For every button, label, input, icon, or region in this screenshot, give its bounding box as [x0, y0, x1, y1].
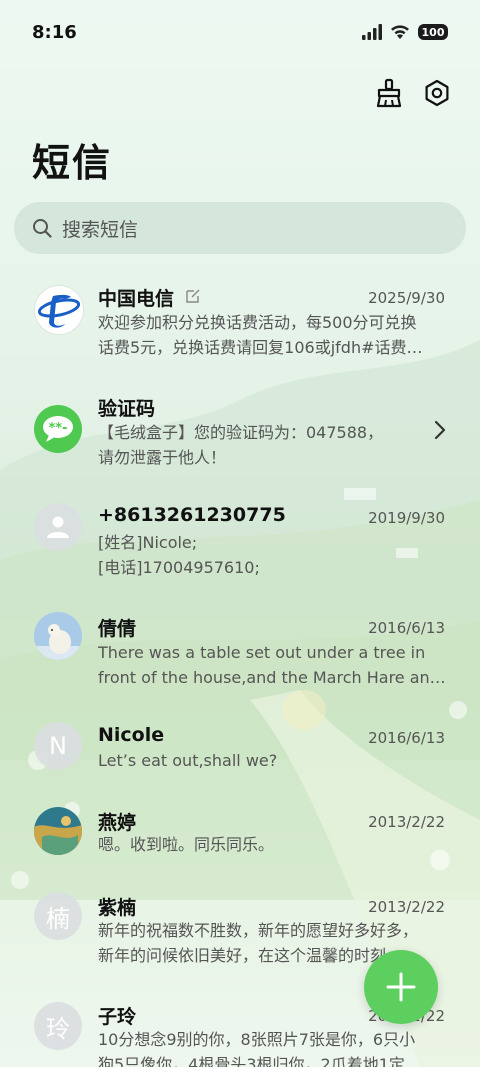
contact-name-text: 中国电信: [98, 288, 175, 310]
top-actions: [374, 78, 452, 108]
message-preview-line1: There was a table set out under a tree i…: [98, 643, 426, 662]
message-preview-line2: [电话]17004957610;: [98, 558, 260, 577]
conversation-row[interactable]: N Nicole 2016/6/13 Let’s eat out,shall w…: [0, 710, 480, 800]
message-preview-line1: 新年的祝福数不胜数，新年的愿望好多好多，: [98, 921, 419, 940]
status-time: 8:16: [32, 22, 77, 43]
message-preview-line1: [姓名]Nicole;: [98, 533, 198, 552]
message-date: 2013/2/22: [368, 813, 445, 831]
message-date: 2016/6/13: [368, 619, 445, 637]
letter-avatar: N: [34, 722, 82, 770]
battery-indicator: 100: [418, 24, 448, 40]
page-title: 短信: [32, 141, 113, 185]
conversation-row[interactable]: **- 验证码 【毛绒盒子】您的验证码为：047588， 请勿泄露于他人！: [0, 380, 480, 480]
conversation-row[interactable]: 燕婷 2013/2/22 嗯。收到啦。同乐同乐。: [0, 800, 480, 880]
message-preview-line1: Let’s eat out,shall we?: [98, 751, 278, 770]
wifi-icon: [391, 25, 409, 39]
contact-photo-avatar: [34, 807, 82, 855]
gear-icon: [425, 79, 449, 107]
clean-button[interactable]: [374, 78, 404, 108]
message-date: 2019/9/30: [368, 509, 445, 527]
search-placeholder: 搜索短信: [62, 218, 139, 241]
contact-name: 验证码: [98, 398, 156, 420]
conversation-row[interactable]: 中国电信 2025/9/30 欢迎参加积分兑换话费活动，每500分可兑换 话费5…: [0, 270, 480, 370]
china-telecom-logo-icon: [37, 294, 81, 328]
verification-code-icon: **-: [43, 416, 73, 442]
contact-name: +8613261230775: [98, 504, 286, 526]
contact-name: 倩倩: [98, 618, 137, 640]
new-message-button[interactable]: [364, 950, 438, 1024]
svg-text:**-: **-: [49, 421, 68, 436]
message-preview-line2: 话费5元，兑换话费请回复106或jfdh#话费…: [98, 338, 423, 357]
landscape-photo-icon: [34, 807, 82, 855]
message-preview-line1: 欢迎参加积分兑换话费活动，每500分可兑换: [98, 313, 417, 332]
chevron-right-icon: [434, 420, 446, 440]
plus-icon: [386, 972, 416, 1002]
message-date: 2013/2/22: [368, 898, 445, 916]
message-preview-line2: front of the house,and the March Hare an…: [98, 668, 446, 687]
polar-bear-photo-icon: [34, 612, 82, 660]
search-icon: [33, 219, 52, 238]
contact-name: 燕婷: [98, 812, 137, 834]
verification-code-avatar: **-: [34, 405, 82, 453]
message-preview-line2: 请勿泄露于他人！: [98, 448, 227, 467]
message-date: 2025/9/30: [368, 289, 445, 307]
edit-note-icon: [185, 289, 200, 303]
message-preview-line1: 【毛绒盒子】您的验证码为：047588，: [98, 423, 384, 442]
message-preview-line1: 嗯。收到啦。同乐同乐。: [98, 835, 275, 854]
message-preview-line1: 10分想念9别的你，8张照片7张是你，6只小: [98, 1030, 416, 1049]
letter-avatar: 玲: [34, 1002, 82, 1050]
person-icon: [47, 516, 69, 538]
default-contact-avatar: [34, 503, 82, 551]
broom-icon: [376, 78, 402, 108]
status-bar: 8:16 100: [0, 0, 480, 68]
conversation-row[interactable]: +8613261230775 2019/9/30 [姓名]Nicole; [电话…: [0, 490, 480, 590]
contact-name: Nicole: [98, 724, 165, 746]
china-telecom-avatar: [34, 285, 84, 335]
contact-name: 子玲: [98, 1006, 137, 1028]
cellular-signal-icon: [362, 24, 382, 40]
contact-name: 紫楠: [98, 897, 137, 919]
message-preview-line2: 狗5只像你，4根骨头3根归你，2爪着地1定…: [98, 1055, 421, 1067]
search-input[interactable]: 搜索短信: [14, 202, 466, 254]
letter-avatar: 楠: [34, 892, 82, 940]
status-icons: 100: [362, 24, 448, 40]
settings-button[interactable]: [422, 78, 452, 108]
message-date: 2016/6/13: [368, 729, 445, 747]
contact-name: 中国电信: [98, 284, 201, 311]
conversation-row[interactable]: 倩倩 2016/6/13 There was a table set out u…: [0, 600, 480, 700]
contact-photo-avatar: [34, 612, 82, 660]
